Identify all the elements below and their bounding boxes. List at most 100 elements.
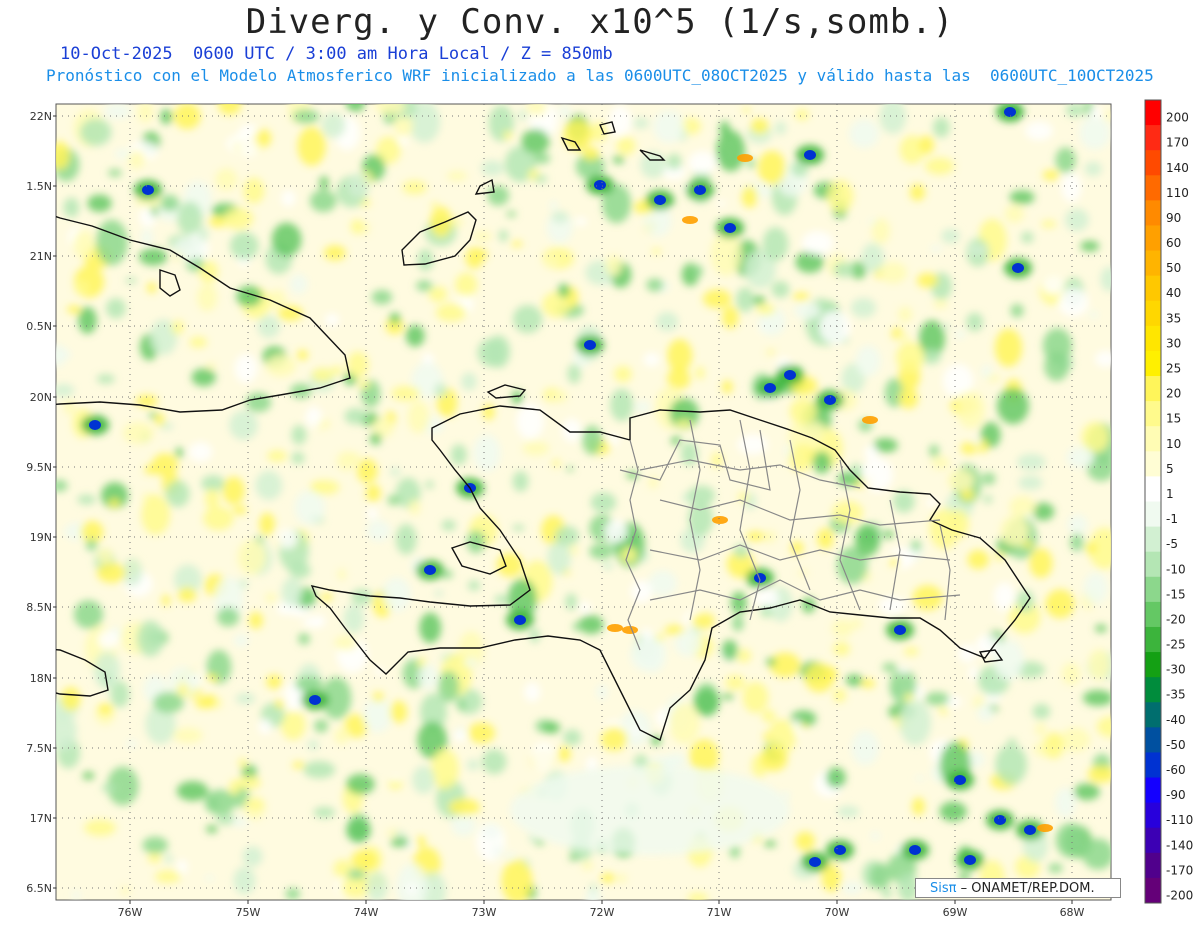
convergence-core	[424, 565, 436, 575]
field-cell	[402, 180, 427, 195]
field-cell	[1061, 172, 1082, 203]
field-cell	[557, 283, 570, 298]
field-cell	[350, 219, 364, 235]
field-cell	[77, 494, 96, 505]
field-cell	[281, 190, 296, 207]
field-cell	[1105, 110, 1111, 120]
convergence-core	[784, 370, 796, 380]
field-cell	[656, 311, 679, 332]
field-cell	[109, 498, 120, 508]
field-cell	[188, 442, 213, 462]
lat-label: 18N	[30, 672, 52, 685]
lon-label: 74W	[354, 906, 379, 919]
field-cell	[343, 604, 365, 634]
field-cell	[164, 853, 173, 864]
field-cell	[154, 413, 165, 426]
field-cell	[296, 349, 309, 361]
field-cell	[1054, 787, 1076, 818]
field-cell	[1009, 190, 1035, 205]
field-cell	[453, 730, 468, 742]
field-cell	[218, 104, 242, 116]
field-cell	[446, 170, 468, 182]
field-cell	[245, 392, 272, 413]
field-cell	[757, 150, 786, 186]
colorbar-swatch	[1145, 325, 1161, 352]
field-cell	[372, 692, 385, 702]
field-cell	[367, 507, 378, 520]
field-cell	[498, 229, 509, 242]
colorbar-label: -25	[1166, 638, 1186, 652]
field-cell	[397, 135, 408, 146]
field-cell	[433, 590, 444, 597]
field-cell	[475, 248, 488, 260]
field-cell	[97, 703, 113, 716]
field-cell	[105, 298, 126, 319]
field-cell	[924, 692, 950, 706]
field-cell	[1084, 541, 1097, 555]
field-cell	[850, 463, 863, 477]
field-cell	[265, 592, 277, 603]
field-cell	[819, 310, 851, 345]
field-cell	[496, 552, 524, 578]
field-cell	[960, 442, 978, 455]
colorbar-swatch	[1145, 275, 1161, 302]
colorbar: 200 170 140 110 90 60 50 40 35 30 25 20 15 10 5 1 -1 -5 -1…	[1144, 99, 1193, 904]
field-cell	[1066, 446, 1095, 469]
field-cell	[428, 285, 448, 303]
colorbar-swatch	[1145, 100, 1161, 126]
colorbar-label: 20	[1166, 387, 1181, 401]
colorbar-label: -5	[1166, 537, 1178, 551]
field-cell	[652, 110, 685, 144]
map-figure: 22N 1.5N 21N 0.5N 20N 9.5N 19N 8.5N 18N 7.5N 17N 6.…	[26, 99, 1193, 919]
field-cell	[235, 693, 256, 705]
field-cell	[669, 702, 701, 744]
field-cell	[870, 831, 881, 841]
field-cell	[702, 289, 732, 309]
field-cell	[122, 422, 154, 444]
field-cell	[177, 201, 203, 235]
convergence-core	[804, 150, 816, 160]
convergence-core	[89, 420, 101, 430]
field-cell	[121, 885, 130, 896]
field-cell	[61, 687, 81, 711]
field-cell	[869, 863, 892, 889]
field-cell	[512, 524, 525, 532]
field-cell	[395, 523, 417, 555]
colorbar-label: -140	[1166, 838, 1193, 852]
field-cell	[524, 682, 541, 702]
field-cell	[526, 104, 547, 116]
field-cell	[790, 541, 804, 555]
field-cell	[173, 727, 203, 744]
field-cell	[175, 447, 184, 458]
field-cell	[387, 495, 401, 506]
field-cell	[1094, 350, 1111, 368]
colorbar-label: 30	[1166, 336, 1181, 350]
colorbar-swatch	[1145, 225, 1161, 252]
field-cell	[716, 130, 746, 172]
field-cell	[646, 278, 664, 292]
field-cell	[841, 881, 863, 895]
field-cell	[817, 528, 834, 550]
colorbar-label: 200	[1166, 111, 1189, 125]
field-cell	[793, 302, 822, 320]
colorbar-label: 140	[1166, 161, 1189, 175]
field-cell	[254, 129, 272, 148]
field-cell	[407, 883, 417, 895]
field-cell	[206, 825, 218, 834]
field-cell	[881, 888, 893, 899]
field-cell	[996, 387, 1029, 425]
field-cell	[612, 155, 625, 164]
field-cell	[947, 469, 975, 492]
convergence-core	[764, 383, 776, 393]
field-cell	[463, 658, 478, 667]
field-cell	[412, 765, 435, 794]
field-cell	[898, 388, 919, 409]
field-cell	[614, 366, 632, 383]
colorbar-swatch	[1145, 601, 1161, 628]
credit-text: – ONAMET/REP.DOM.	[960, 881, 1095, 896]
field-cell	[292, 761, 305, 769]
field-cell	[303, 617, 321, 628]
convergence-core	[594, 180, 606, 190]
field-cell	[324, 313, 340, 327]
field-cell	[746, 531, 766, 542]
